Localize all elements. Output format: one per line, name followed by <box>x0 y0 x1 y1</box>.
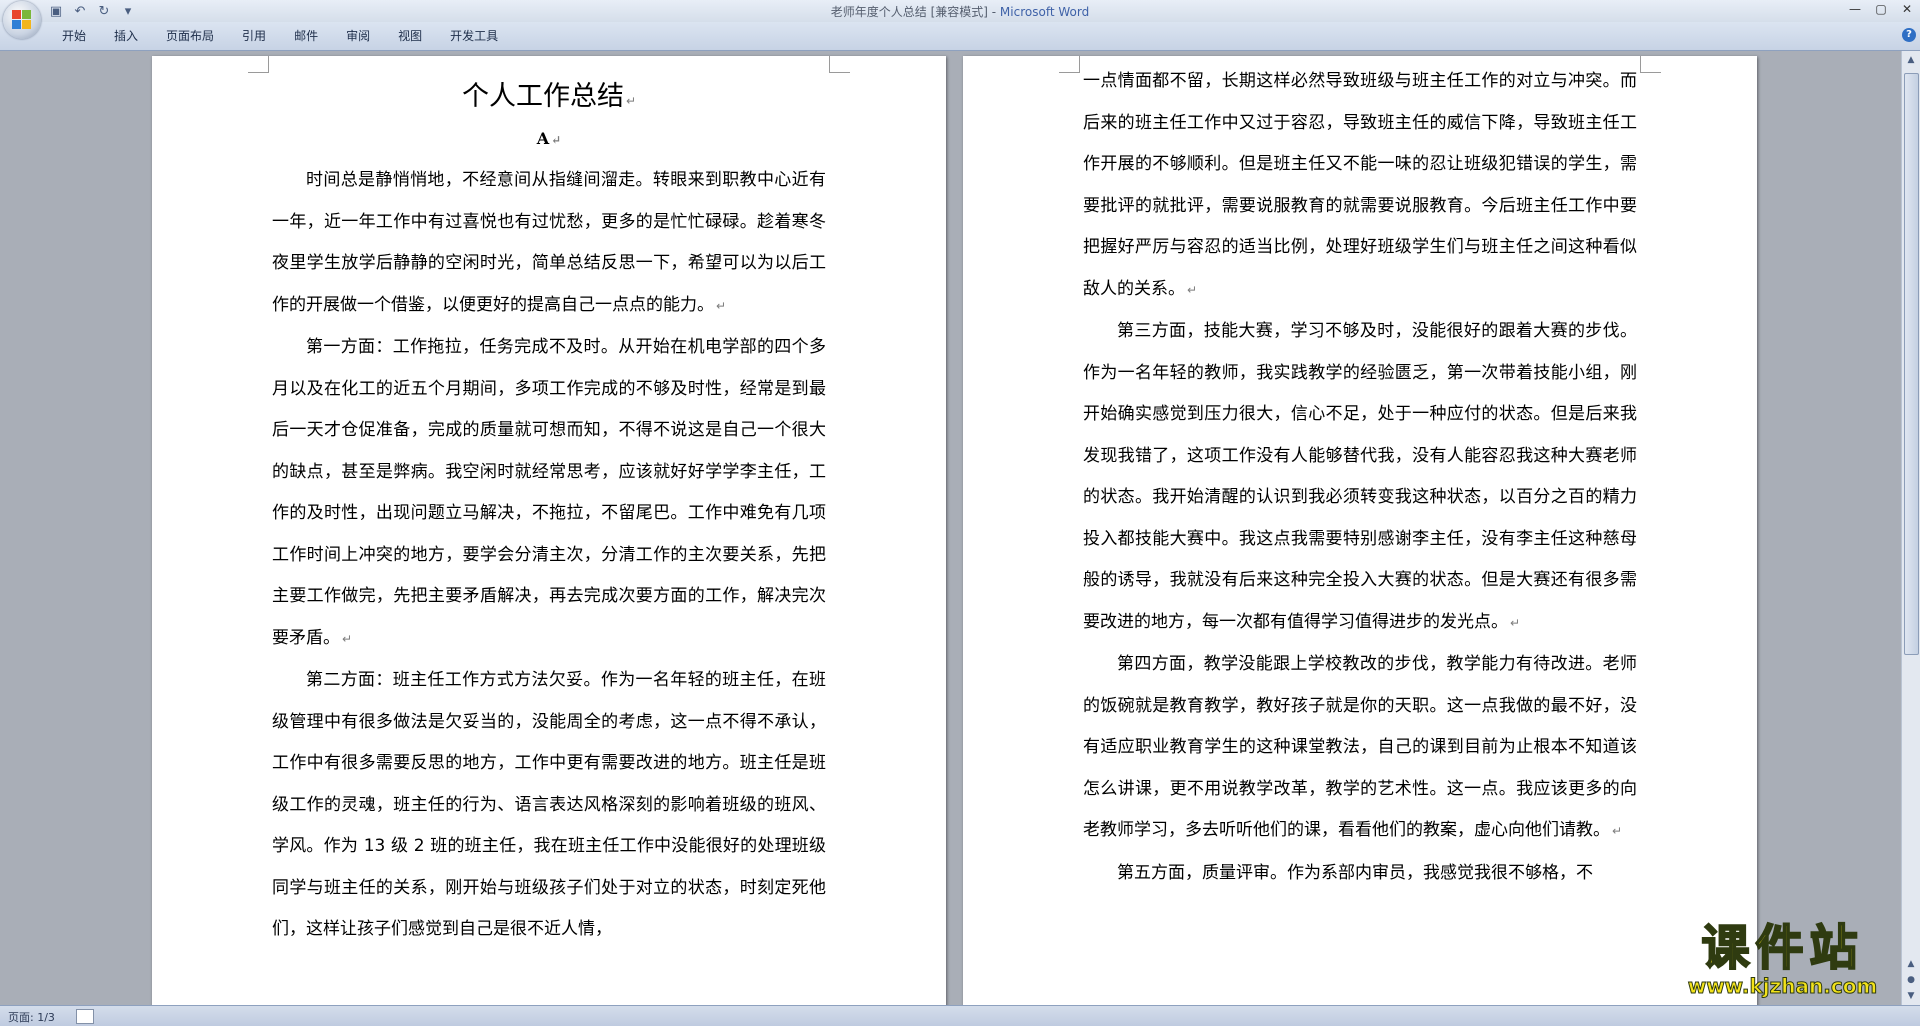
watermark-logo-text: 课件站 <box>1700 920 1864 976</box>
paragraph-text: 第五方面，质量评审。作为系部内审员，我感觉我很不够格，不 <box>1117 862 1593 883</box>
paragraph-mark: ↵ <box>1187 282 1198 297</box>
document-area: 个人工作总结 ↵ A ↵ 时间总是静悄悄地，不经意间从指缝间溜走。转眼来到职教中心近… <box>0 51 1902 1005</box>
app-name: Microsoft Word <box>999 5 1090 19</box>
paragraph-text: 第一方面：工作拖拉，任务完成不及时。从开始在机电学部的四个多月以及在化工的近五个… <box>272 337 826 648</box>
page-right-body[interactable]: 一点情面都不留，长期这样必然导致班级与班主任工作的对立与冲突。而后来的班主任工作… <box>1083 61 1637 894</box>
document-heading: 个人工作总结 ↵ <box>272 75 826 123</box>
watermark: 课件站 www.kjzhan.com <box>1665 920 1900 1000</box>
window-title: 老师年度个人总结 [兼容模式] - Microsoft Word <box>0 3 1920 20</box>
ribbon: 开始 插入 页面布局 引用 邮件 审阅 视图 开发工具 ? <box>0 22 1920 51</box>
ribbon-tabs: 开始 插入 页面布局 引用 邮件 审阅 视图 开发工具 <box>48 22 512 50</box>
tab-home[interactable]: 开始 <box>48 22 100 50</box>
scrollbar-thumb[interactable] <box>1904 73 1919 655</box>
page-count[interactable]: 页面: 1/3 <box>8 1009 55 1025</box>
browse-object-icon[interactable]: ● <box>1904 973 1918 987</box>
tab-review[interactable]: 审阅 <box>332 22 384 50</box>
next-page-icon[interactable]: ▼ <box>1904 989 1918 1003</box>
tab-page-layout[interactable]: 页面布局 <box>152 22 228 50</box>
office-button[interactable] <box>3 1 41 39</box>
paragraph-mark: ↵ <box>342 631 353 646</box>
help-icon[interactable]: ? <box>1902 28 1916 42</box>
page-left-body[interactable]: 个人工作总结 ↵ A ↵ 时间总是静悄悄地，不经意间从指缝间溜走。转眼来到职教中心近… <box>272 75 826 951</box>
heading-text: 个人工作总结 <box>461 81 624 112</box>
office-logo-icon <box>12 10 32 30</box>
paragraph: 时间总是静悄悄地，不经意间从指缝间溜走。转眼来到职教中心近有一年，近一年工作中有… <box>272 160 826 327</box>
page-left[interactable]: 个人工作总结 ↵ A ↵ 时间总是静悄悄地，不经意间从指缝间溜走。转眼来到职教中心近… <box>152 56 946 1005</box>
vertical-scrollbar[interactable]: ▲ ▲ ● ▼ <box>1901 51 1920 1005</box>
crop-mark <box>829 56 850 73</box>
paragraph-text: 第二方面：班主任工作方式方法欠妥。作为一名年轻的班主任，在班级管理中有很多做法是… <box>272 670 826 939</box>
tab-developer[interactable]: 开发工具 <box>436 22 512 50</box>
tab-mailings[interactable]: 邮件 <box>280 22 332 50</box>
paragraph: 第五方面，质量评审。作为系部内审员，我感觉我很不够格，不 <box>1083 853 1637 895</box>
paragraph-text: 时间总是静悄悄地，不经意间从指缝间溜走。转眼来到职教中心近有一年，近一年工作中有… <box>272 170 826 315</box>
paragraph-mark: ↵ <box>716 298 727 313</box>
crop-mark <box>248 56 269 73</box>
tab-view[interactable]: 视图 <box>384 22 436 50</box>
paragraph-text: 一点情面都不留，长期这样必然导致班级与班主任工作的对立与冲突。而后来的班主任工作… <box>1083 71 1637 299</box>
previous-page-icon[interactable]: ▲ <box>1904 957 1918 971</box>
crop-mark <box>1640 56 1661 73</box>
paragraph: 一点情面都不留，长期这样必然导致班级与班主任工作的对立与冲突。而后来的班主任工作… <box>1083 61 1637 311</box>
status-bar: 页面: 1/3 <box>0 1005 1920 1026</box>
paragraph-mark: ↵ <box>1510 615 1521 630</box>
proofing-icon[interactable] <box>76 1009 94 1024</box>
paragraph-mark: ↵ <box>625 94 637 108</box>
title-bar: ▣ ↶ ↻ ▾ 老师年度个人总结 [兼容模式] - Microsoft Word… <box>0 0 1920 22</box>
paragraph-text: 第三方面，技能大赛，学习不够及时，没能很好的跟着大赛的步伐。作为一名年轻的教师，… <box>1083 321 1637 632</box>
paragraph-mark: ↵ <box>551 133 562 147</box>
page-right[interactable]: 一点情面都不留，长期这样必然导致班级与班主任工作的对立与冲突。而后来的班主任工作… <box>963 56 1757 1005</box>
tab-references[interactable]: 引用 <box>228 22 280 50</box>
paragraph-text: 第四方面，教学没能跟上学校教改的步伐，教学能力有待改进。老师的饭碗就是教育教学，… <box>1083 654 1637 840</box>
paragraph: 第四方面，教学没能跟上学校教改的步伐，教学能力有待改进。老师的饭碗就是教育教学，… <box>1083 644 1637 853</box>
watermark-url: www.kjzhan.com <box>1687 974 1878 999</box>
paragraph-mark: ↵ <box>1612 824 1623 838</box>
subheading-text: A <box>536 129 550 148</box>
minimize-button[interactable]: — <box>1842 0 1868 18</box>
document-subheading: A ↵ <box>272 123 826 156</box>
paragraph: 第二方面：班主任工作方式方法欠妥。作为一名年轻的班主任，在班级管理中有很多做法是… <box>272 660 826 951</box>
close-button[interactable]: ✕ <box>1894 0 1920 18</box>
paragraph: 第三方面，技能大赛，学习不够及时，没能很好的跟着大赛的步伐。作为一名年轻的教师，… <box>1083 311 1637 644</box>
maximize-button[interactable]: ▢ <box>1868 0 1894 18</box>
scroll-up-icon[interactable]: ▲ <box>1904 53 1918 67</box>
tab-insert[interactable]: 插入 <box>100 22 152 50</box>
document-title: 老师年度个人总结 [兼容模式] - <box>830 5 1000 19</box>
crop-mark <box>1059 56 1080 73</box>
window-controls: — ▢ ✕ <box>1842 0 1920 18</box>
paragraph: 第一方面：工作拖拉，任务完成不及时。从开始在机电学部的四个多月以及在化工的近五个… <box>272 327 826 660</box>
